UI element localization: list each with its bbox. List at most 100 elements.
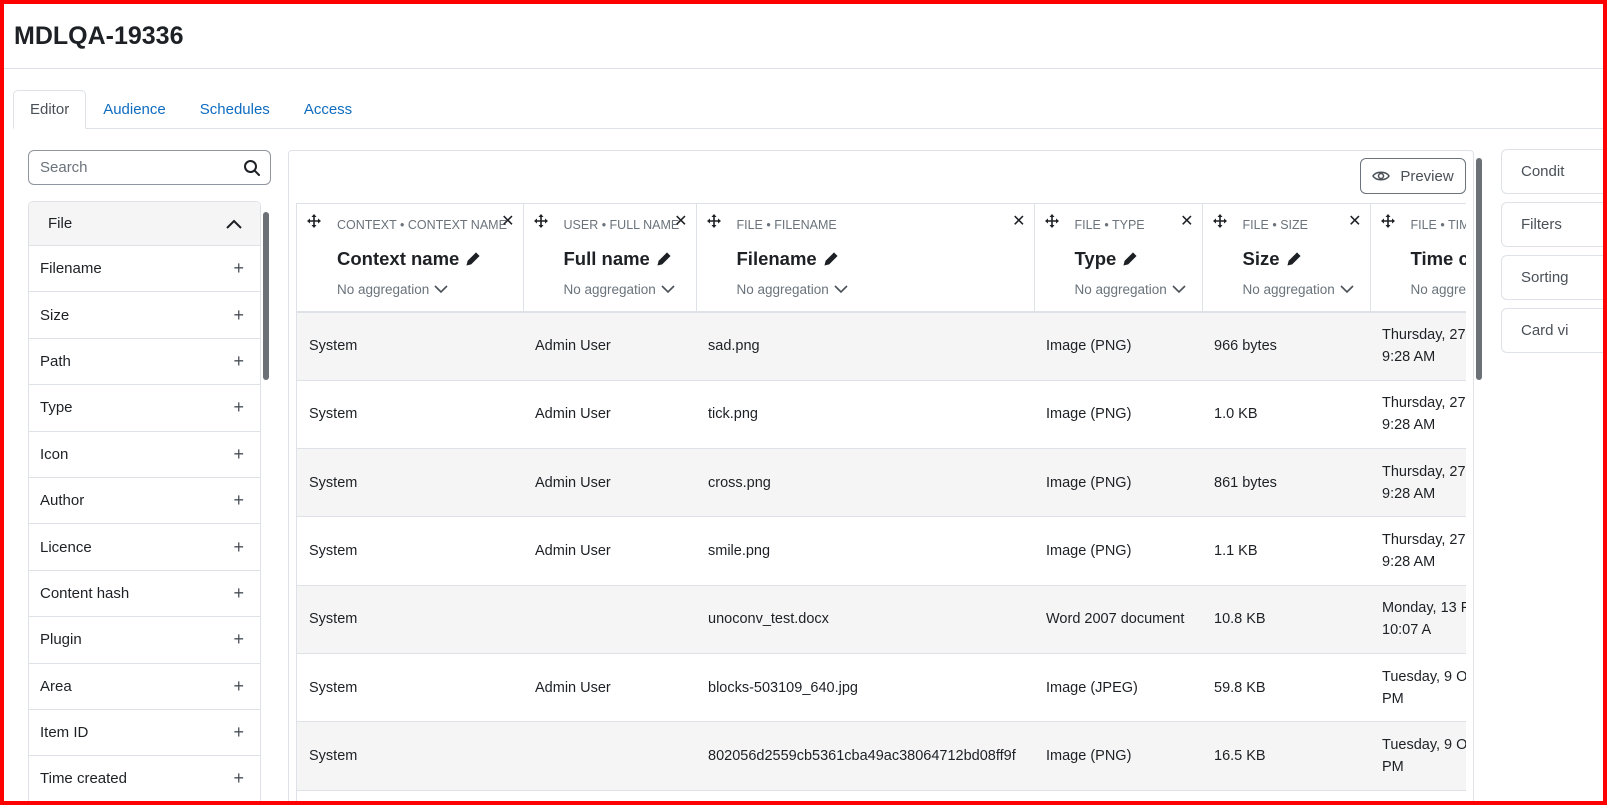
sidebar-item-plugin[interactable]: Plugin + bbox=[29, 617, 260, 664]
plus-icon: + bbox=[233, 258, 244, 279]
sidebar-item-filename[interactable]: Filename + bbox=[29, 246, 260, 293]
conditions-button[interactable]: Condit bbox=[1501, 149, 1607, 194]
close-icon[interactable]: ✕ bbox=[674, 214, 687, 230]
cell-filename: 802056d2559cb5361cba49ac38064712bd08ff9f bbox=[696, 721, 1034, 791]
move-icon[interactable] bbox=[533, 214, 548, 228]
sidebar-item-icon[interactable]: Icon + bbox=[29, 432, 260, 478]
header-divider bbox=[4, 68, 1603, 69]
cell-time-created: Thursday, 27 2016, 9:28 AM bbox=[1370, 312, 1466, 381]
tab-audience[interactable]: Audience bbox=[86, 90, 183, 129]
report-table: CONTEXT • CONTEXT NAME ✕ Context name No ag… bbox=[297, 204, 1466, 791]
search-box bbox=[28, 150, 271, 185]
preview-label: Preview bbox=[1400, 167, 1454, 185]
tab-schedules[interactable]: Schedules bbox=[183, 90, 287, 129]
pencil-icon[interactable] bbox=[465, 251, 481, 267]
column-title[interactable]: Filename bbox=[737, 248, 839, 270]
sidebar-item-label: Area bbox=[40, 677, 72, 695]
move-icon[interactable] bbox=[1380, 214, 1395, 228]
cell-full-name: Admin User bbox=[523, 448, 696, 518]
sidebar-item-content-hash[interactable]: Content hash + bbox=[29, 571, 260, 618]
tab-access[interactable]: Access bbox=[287, 90, 369, 129]
aggregation-select[interactable]: No aggregation bbox=[737, 282, 848, 297]
column-header-full-name: USER • FULL NAME ✕ Full name No aggregation bbox=[523, 204, 697, 313]
search-input[interactable] bbox=[29, 151, 229, 184]
cell-type: Image (PNG) bbox=[1034, 516, 1202, 586]
column-title[interactable]: Time c bbox=[1411, 248, 1467, 270]
preview-button[interactable]: Preview bbox=[1360, 158, 1466, 194]
cell-filename: tick.png bbox=[696, 380, 1034, 450]
column-title-text: Type bbox=[1074, 248, 1117, 269]
column-title[interactable]: Context name bbox=[337, 248, 481, 270]
sidebar-item-author[interactable]: Author + bbox=[29, 478, 260, 525]
column-caption: FILE • FILENAME bbox=[736, 218, 837, 232]
section-header-file[interactable]: File bbox=[29, 202, 260, 246]
pencil-icon[interactable] bbox=[1286, 251, 1302, 267]
sidebar-item-path[interactable]: Path + bbox=[29, 339, 260, 386]
close-icon[interactable]: ✕ bbox=[1180, 214, 1193, 230]
cell-type: Image (PNG) bbox=[1034, 312, 1202, 381]
sidebar-item-label: Time created bbox=[40, 770, 127, 788]
sidebar-item-label: Plugin bbox=[40, 631, 82, 649]
sidebar-item-type[interactable]: Type + bbox=[29, 385, 260, 432]
move-icon[interactable] bbox=[1212, 214, 1227, 228]
cell-size: 861 bytes bbox=[1202, 448, 1370, 518]
cell-filename: smile.png bbox=[696, 516, 1034, 586]
aggregation-select[interactable]: No aggregation bbox=[1075, 282, 1186, 297]
aggregation-label: No aggregation bbox=[736, 282, 829, 297]
table-body: System Admin User sad.png Image (PNG) 966 by… bbox=[297, 312, 1466, 791]
close-icon[interactable]: ✕ bbox=[1012, 214, 1025, 230]
aggregation-select[interactable]: No aggregation bbox=[564, 282, 675, 297]
table-row: System Admin User tick.png Image (PNG) 1.0 K… bbox=[297, 380, 1466, 450]
column-title-text: Filename bbox=[736, 248, 817, 269]
column-title[interactable]: Size bbox=[1243, 248, 1302, 270]
move-icon[interactable] bbox=[307, 214, 321, 228]
sidebar-item-label: Path bbox=[40, 352, 71, 370]
table-row: System Admin User sad.png Image (PNG) 966 by… bbox=[297, 312, 1466, 381]
search-icon[interactable] bbox=[243, 159, 261, 177]
sidebar-item-label: Size bbox=[40, 306, 70, 324]
cell-context-name: System bbox=[297, 653, 523, 723]
plus-icon: + bbox=[233, 629, 244, 650]
aggregation-select[interactable]: No aggreg bbox=[1411, 282, 1467, 297]
main-scrollbar-thumb[interactable] bbox=[1476, 158, 1482, 380]
cell-context-name: System bbox=[297, 380, 523, 450]
chevron-up-icon bbox=[226, 219, 242, 229]
chevron-down-icon bbox=[1172, 285, 1186, 294]
close-icon[interactable]: ✕ bbox=[501, 214, 514, 230]
sidebar-item-licence[interactable]: Licence + bbox=[29, 524, 260, 571]
card-view-button[interactable]: Card vi bbox=[1501, 308, 1607, 353]
sidebar-item-area[interactable]: Area + bbox=[29, 664, 260, 710]
pencil-icon[interactable] bbox=[823, 251, 839, 267]
column-header-time-created: FILE • TIM Time c No aggreg bbox=[1370, 204, 1467, 313]
aggregation-select[interactable]: No aggregation bbox=[337, 282, 448, 297]
sidebar-item-item-id[interactable]: Item ID + bbox=[29, 710, 260, 757]
aggregation-select[interactable]: No aggregation bbox=[1243, 282, 1354, 297]
column-caption: FILE • TIM bbox=[1410, 218, 1467, 232]
aggregation-label: No aggregation bbox=[1242, 282, 1335, 297]
column-header-type: FILE • TYPE ✕ Type No aggregation bbox=[1034, 204, 1203, 313]
chevron-down-icon bbox=[434, 285, 448, 294]
sorting-button[interactable]: Sorting bbox=[1501, 255, 1607, 300]
move-icon[interactable] bbox=[706, 214, 721, 228]
column-title[interactable]: Type bbox=[1075, 248, 1139, 270]
pencil-icon[interactable] bbox=[1122, 251, 1138, 267]
sidebar-item-label: Icon bbox=[40, 445, 69, 463]
plus-icon: + bbox=[233, 722, 244, 743]
cell-context-name: System bbox=[297, 448, 523, 518]
cell-type: Image (PNG) bbox=[1034, 448, 1202, 518]
sidebar-scrollbar-thumb[interactable] bbox=[263, 212, 269, 380]
cell-context-name: System bbox=[297, 312, 523, 381]
sidebar-item-label: Author bbox=[40, 492, 85, 510]
tab-bar: Editor Audience Schedules Access bbox=[13, 90, 369, 129]
sidebar-item-time-created[interactable]: Time created + bbox=[29, 756, 260, 801]
column-title-text: Full name bbox=[563, 248, 650, 269]
move-icon[interactable] bbox=[1044, 214, 1059, 228]
pencil-icon[interactable] bbox=[656, 251, 672, 267]
sidebar-item-size[interactable]: Size + bbox=[29, 292, 260, 339]
column-title[interactable]: Full name bbox=[564, 248, 672, 270]
close-icon[interactable]: ✕ bbox=[1348, 214, 1361, 230]
filters-button[interactable]: Filters bbox=[1501, 202, 1607, 247]
column-caption: CONTEXT • CONTEXT NAME bbox=[337, 218, 507, 232]
aggregation-label: No aggreg bbox=[1410, 282, 1467, 297]
tab-editor[interactable]: Editor bbox=[13, 90, 87, 129]
